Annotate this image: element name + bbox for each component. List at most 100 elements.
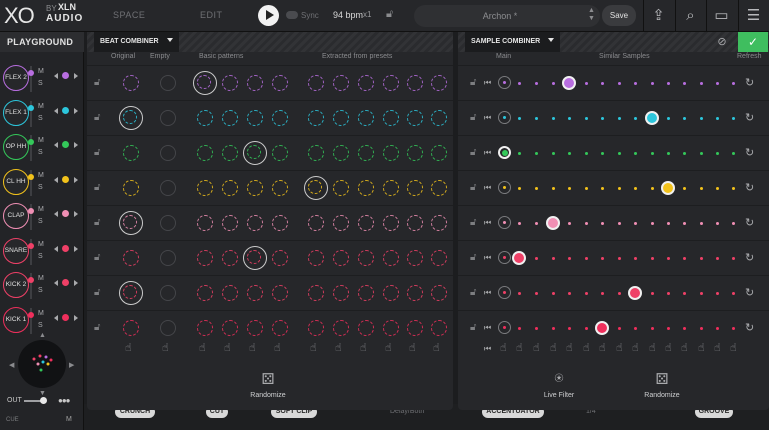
- pattern-button[interactable]: [308, 145, 324, 161]
- pattern-button[interactable]: [197, 110, 213, 126]
- selected-pattern-button[interactable]: [304, 176, 328, 200]
- pattern-button[interactable]: [123, 250, 139, 266]
- track-mute-button[interactable]: M: [38, 241, 44, 248]
- lock-icon[interactable]: 🔓︎: [94, 252, 100, 263]
- refresh-icon[interactable]: ↻: [745, 146, 754, 159]
- similar-sample-dot[interactable]: [518, 327, 521, 330]
- similar-sample-dot[interactable]: [518, 292, 521, 295]
- pattern-button[interactable]: [431, 215, 447, 231]
- similar-sample-dot[interactable]: [568, 152, 571, 155]
- lock-icon[interactable]: 🔓︎: [386, 8, 393, 21]
- similar-sample-dot[interactable]: [585, 222, 588, 225]
- pattern-button[interactable]: [272, 320, 288, 336]
- selected-similar-sample[interactable]: [628, 286, 642, 300]
- selected-similar-sample[interactable]: [595, 321, 609, 335]
- hand-pointer-icon[interactable]: ☝︎: [533, 341, 540, 354]
- hand-pointer-icon[interactable]: ☝︎: [125, 341, 132, 354]
- similar-sample-dot[interactable]: [568, 327, 571, 330]
- track-next-arrow-icon[interactable]: [74, 245, 78, 252]
- prev-sample-icon[interactable]: ⏮︎: [484, 148, 491, 158]
- similar-sample-dot[interactable]: [535, 327, 538, 330]
- track-mute-button[interactable]: M: [38, 275, 44, 282]
- similar-sample-dot[interactable]: [700, 82, 703, 85]
- track-next-arrow-icon[interactable]: [74, 73, 78, 79]
- track-name-button[interactable]: CL HH: [3, 168, 29, 195]
- track-mute-button[interactable]: M: [38, 137, 44, 144]
- refresh-icon[interactable]: ↻: [745, 251, 754, 264]
- similar-sample-dot[interactable]: [618, 117, 621, 120]
- xy-up-arrow-icon[interactable]: ▲: [39, 332, 46, 339]
- xy-down-arrow-icon[interactable]: ▼: [39, 390, 46, 397]
- menu-icon[interactable]: ☰: [738, 0, 768, 32]
- selected-pattern-button[interactable]: [243, 141, 267, 165]
- cue-mute-button[interactable]: M: [66, 416, 72, 423]
- track-volume-knob[interactable]: [28, 139, 34, 145]
- pattern-button[interactable]: [197, 180, 213, 196]
- pattern-button[interactable]: [358, 285, 374, 301]
- similar-sample-dot[interactable]: [552, 327, 555, 330]
- similar-sample-dot[interactable]: [716, 117, 719, 120]
- track-next-arrow-icon[interactable]: [74, 314, 78, 321]
- hand-pointer-icon[interactable]: ☝︎: [433, 341, 440, 354]
- pattern-button[interactable]: [383, 145, 399, 161]
- pattern-button[interactable]: [222, 145, 238, 161]
- similar-sample-dot[interactable]: [618, 292, 621, 295]
- save-button[interactable]: Save: [602, 5, 636, 26]
- hand-pointer-icon[interactable]: ☝︎: [310, 341, 317, 354]
- track-prev-arrow-icon[interactable]: [54, 176, 58, 183]
- track-volume-knob[interactable]: [28, 173, 34, 180]
- similar-sample-dot[interactable]: [700, 152, 703, 155]
- similar-sample-dot[interactable]: [535, 222, 538, 225]
- similar-sample-dot[interactable]: [535, 292, 538, 295]
- similar-sample-dot[interactable]: [700, 327, 703, 330]
- lock-icon[interactable]: 🔓︎: [94, 182, 100, 193]
- hand-pointer-icon[interactable]: ☝︎: [698, 341, 705, 354]
- track-color-dot[interactable]: [62, 72, 69, 79]
- pattern-button[interactable]: [383, 215, 399, 231]
- hand-pointer-icon[interactable]: ☝︎: [500, 341, 507, 354]
- pattern-button[interactable]: [383, 320, 399, 336]
- pattern-button[interactable]: [407, 75, 423, 91]
- lock-icon[interactable]: 🔓︎: [470, 112, 476, 123]
- track-solo-button[interactable]: S: [38, 322, 43, 329]
- empty-pattern-button[interactable]: [160, 285, 176, 301]
- hand-pointer-icon[interactable]: ☝︎: [162, 341, 169, 354]
- pattern-button[interactable]: [407, 215, 423, 231]
- similar-sample-dot[interactable]: [618, 327, 621, 330]
- hand-pointer-icon[interactable]: ☝︎: [199, 341, 206, 354]
- similar-sample-dot[interactable]: [732, 152, 735, 155]
- similar-sample-dot[interactable]: [618, 152, 621, 155]
- xy-left-arrow-icon[interactable]: ◀: [9, 361, 14, 369]
- pattern-button[interactable]: [308, 285, 324, 301]
- pattern-button[interactable]: [383, 110, 399, 126]
- main-sample-button[interactable]: [498, 146, 511, 159]
- pattern-button[interactable]: [197, 285, 213, 301]
- similar-sample-dot[interactable]: [618, 82, 621, 85]
- lock-icon[interactable]: 🔓︎: [94, 77, 100, 88]
- selected-similar-sample[interactable]: [546, 216, 560, 230]
- pattern-button[interactable]: [247, 180, 263, 196]
- pattern-button[interactable]: [272, 110, 288, 126]
- lock-icon[interactable]: 🔓︎: [470, 287, 476, 298]
- preset-arrows-icon[interactable]: ▲ ▼: [588, 7, 595, 23]
- similar-sample-dot[interactable]: [601, 222, 604, 225]
- similar-sample-dot[interactable]: [667, 257, 670, 260]
- similar-sample-dot[interactable]: [651, 187, 654, 190]
- track-solo-button[interactable]: S: [38, 253, 43, 260]
- similar-sample-dot[interactable]: [552, 82, 555, 85]
- sync-toggle[interactable]: [286, 11, 298, 19]
- track-next-arrow-icon[interactable]: [74, 107, 78, 114]
- dice-icon[interactable]: ⚄: [647, 370, 677, 388]
- similar-sample-dot[interactable]: [651, 152, 654, 155]
- similar-sample-dot[interactable]: [634, 152, 637, 155]
- hand-pointer-icon[interactable]: ☝︎: [224, 341, 231, 354]
- selected-pattern-button[interactable]: [119, 211, 143, 235]
- similar-sample-dot[interactable]: [585, 327, 588, 330]
- hand-pointer-icon[interactable]: ☝︎: [409, 341, 416, 354]
- track-volume-knob[interactable]: [28, 208, 34, 214]
- track-solo-button[interactable]: S: [38, 287, 43, 294]
- main-sample-button[interactable]: [498, 181, 511, 194]
- similar-sample-dot[interactable]: [732, 187, 735, 190]
- refresh-icon[interactable]: ↻: [745, 111, 754, 124]
- pattern-button[interactable]: [333, 75, 349, 91]
